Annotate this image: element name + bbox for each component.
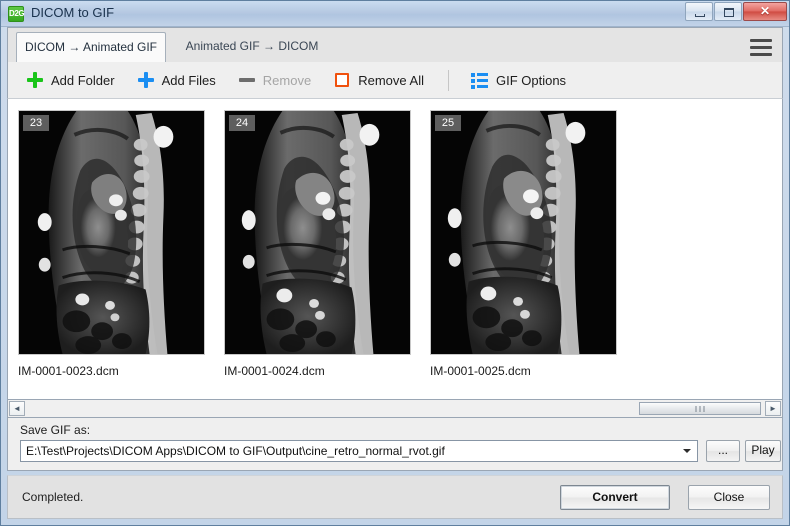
scroll-right-arrow-icon[interactable]: ► <box>765 401 781 416</box>
convert-button[interactable]: Convert <box>560 485 670 510</box>
thumbnail-image[interactable]: 24 <box>224 110 411 355</box>
minimize-icon <box>695 14 705 17</box>
hamburger-icon-bar <box>750 53 772 56</box>
status-bar: Completed. Convert Close <box>7 475 783 519</box>
gif-options-button[interactable]: GIF Options <box>471 71 566 89</box>
remove-all-label: Remove All <box>358 73 424 88</box>
maximize-button[interactable] <box>714 2 742 21</box>
square-outline-icon <box>333 71 351 89</box>
add-folder-label: Add Folder <box>51 73 115 88</box>
remove-label: Remove <box>263 73 311 88</box>
scroll-left-arrow-icon[interactable]: ◄ <box>9 401 25 416</box>
browse-button[interactable]: ... <box>706 440 740 462</box>
close-button[interactable]: Close <box>688 485 770 510</box>
mri-image-24 <box>225 111 410 354</box>
file-name-label: IM-0001-0023.dcm <box>18 364 205 378</box>
close-icon: ✕ <box>744 3 786 20</box>
tab-gif-to-dicom[interactable]: Animated GIF → DICOM <box>178 32 326 63</box>
save-panel: Save GIF as: E:\Test\Projects\DICOM Apps… <box>7 418 783 471</box>
output-path-combobox[interactable]: E:\Test\Projects\DICOM Apps\DICOM to GIF… <box>20 440 698 462</box>
mri-image-23 <box>19 111 204 354</box>
minus-icon <box>238 71 256 89</box>
tab-strip: DICOM → Animated GIF Animated GIF → DICO… <box>7 27 783 62</box>
maximize-icon <box>724 8 734 17</box>
toolbar: Add Folder Add Files Remove Remove All <box>7 62 783 99</box>
thumbnail-index-badge: 24 <box>229 115 255 131</box>
thumbnail-image[interactable]: 25 <box>430 110 617 355</box>
tab-dicom-to-gif[interactable]: DICOM → Animated GIF <box>16 32 166 63</box>
file-name-label: IM-0001-0024.dcm <box>224 364 411 378</box>
list-item[interactable]: 24 <box>224 110 411 378</box>
app-icon-d2g: D2G <box>8 6 24 22</box>
minimize-button[interactable] <box>685 2 713 21</box>
add-folder-button[interactable]: Add Folder <box>26 71 115 89</box>
output-path-value: E:\Test\Projects\DICOM Apps\DICOM to GIF… <box>26 444 671 458</box>
chevron-down-icon[interactable] <box>683 449 691 453</box>
file-name-label: IM-0001-0025.dcm <box>430 364 617 378</box>
list-item[interactable]: 25 <box>430 110 617 378</box>
scrollbar-thumb[interactable] <box>639 402 761 415</box>
hamburger-icon-bar <box>750 46 772 49</box>
thumbnail-row: 23 <box>18 110 617 378</box>
close-window-button[interactable]: ✕ <box>743 2 787 21</box>
list-icon <box>471 71 489 89</box>
title-bar: D2G DICOM to GIF ✕ <box>1 1 789 27</box>
scrollbar-grip-icon <box>696 406 705 412</box>
gif-options-label: GIF Options <box>496 73 566 88</box>
thumbnail-image[interactable]: 23 <box>18 110 205 355</box>
list-item[interactable]: 23 <box>18 110 205 378</box>
file-list-area[interactable]: 23 <box>7 99 783 399</box>
thumbnail-index-badge: 23 <box>23 115 49 131</box>
hamburger-menu-button[interactable] <box>748 35 774 57</box>
horizontal-scrollbar[interactable]: ◄ ► <box>7 399 783 418</box>
add-files-label: Add Files <box>162 73 216 88</box>
remove-all-button[interactable]: Remove All <box>333 71 424 89</box>
hamburger-icon-bar <box>750 39 772 42</box>
plus-green-icon <box>26 71 44 89</box>
status-message: Completed. <box>22 490 83 504</box>
thumbnail-index-badge: 25 <box>435 115 461 131</box>
window-title: DICOM to GIF <box>31 5 114 20</box>
remove-button: Remove <box>238 71 311 89</box>
application-window: D2G DICOM to GIF ✕ DICOM → Animated GIF … <box>0 0 790 526</box>
save-gif-label: Save GIF as: <box>20 423 90 437</box>
window-controls: ✕ <box>685 2 787 21</box>
mri-image-25 <box>431 111 616 354</box>
toolbar-separator <box>448 70 449 91</box>
play-button[interactable]: Play <box>745 440 781 462</box>
plus-blue-icon <box>137 71 155 89</box>
add-files-button[interactable]: Add Files <box>137 71 216 89</box>
